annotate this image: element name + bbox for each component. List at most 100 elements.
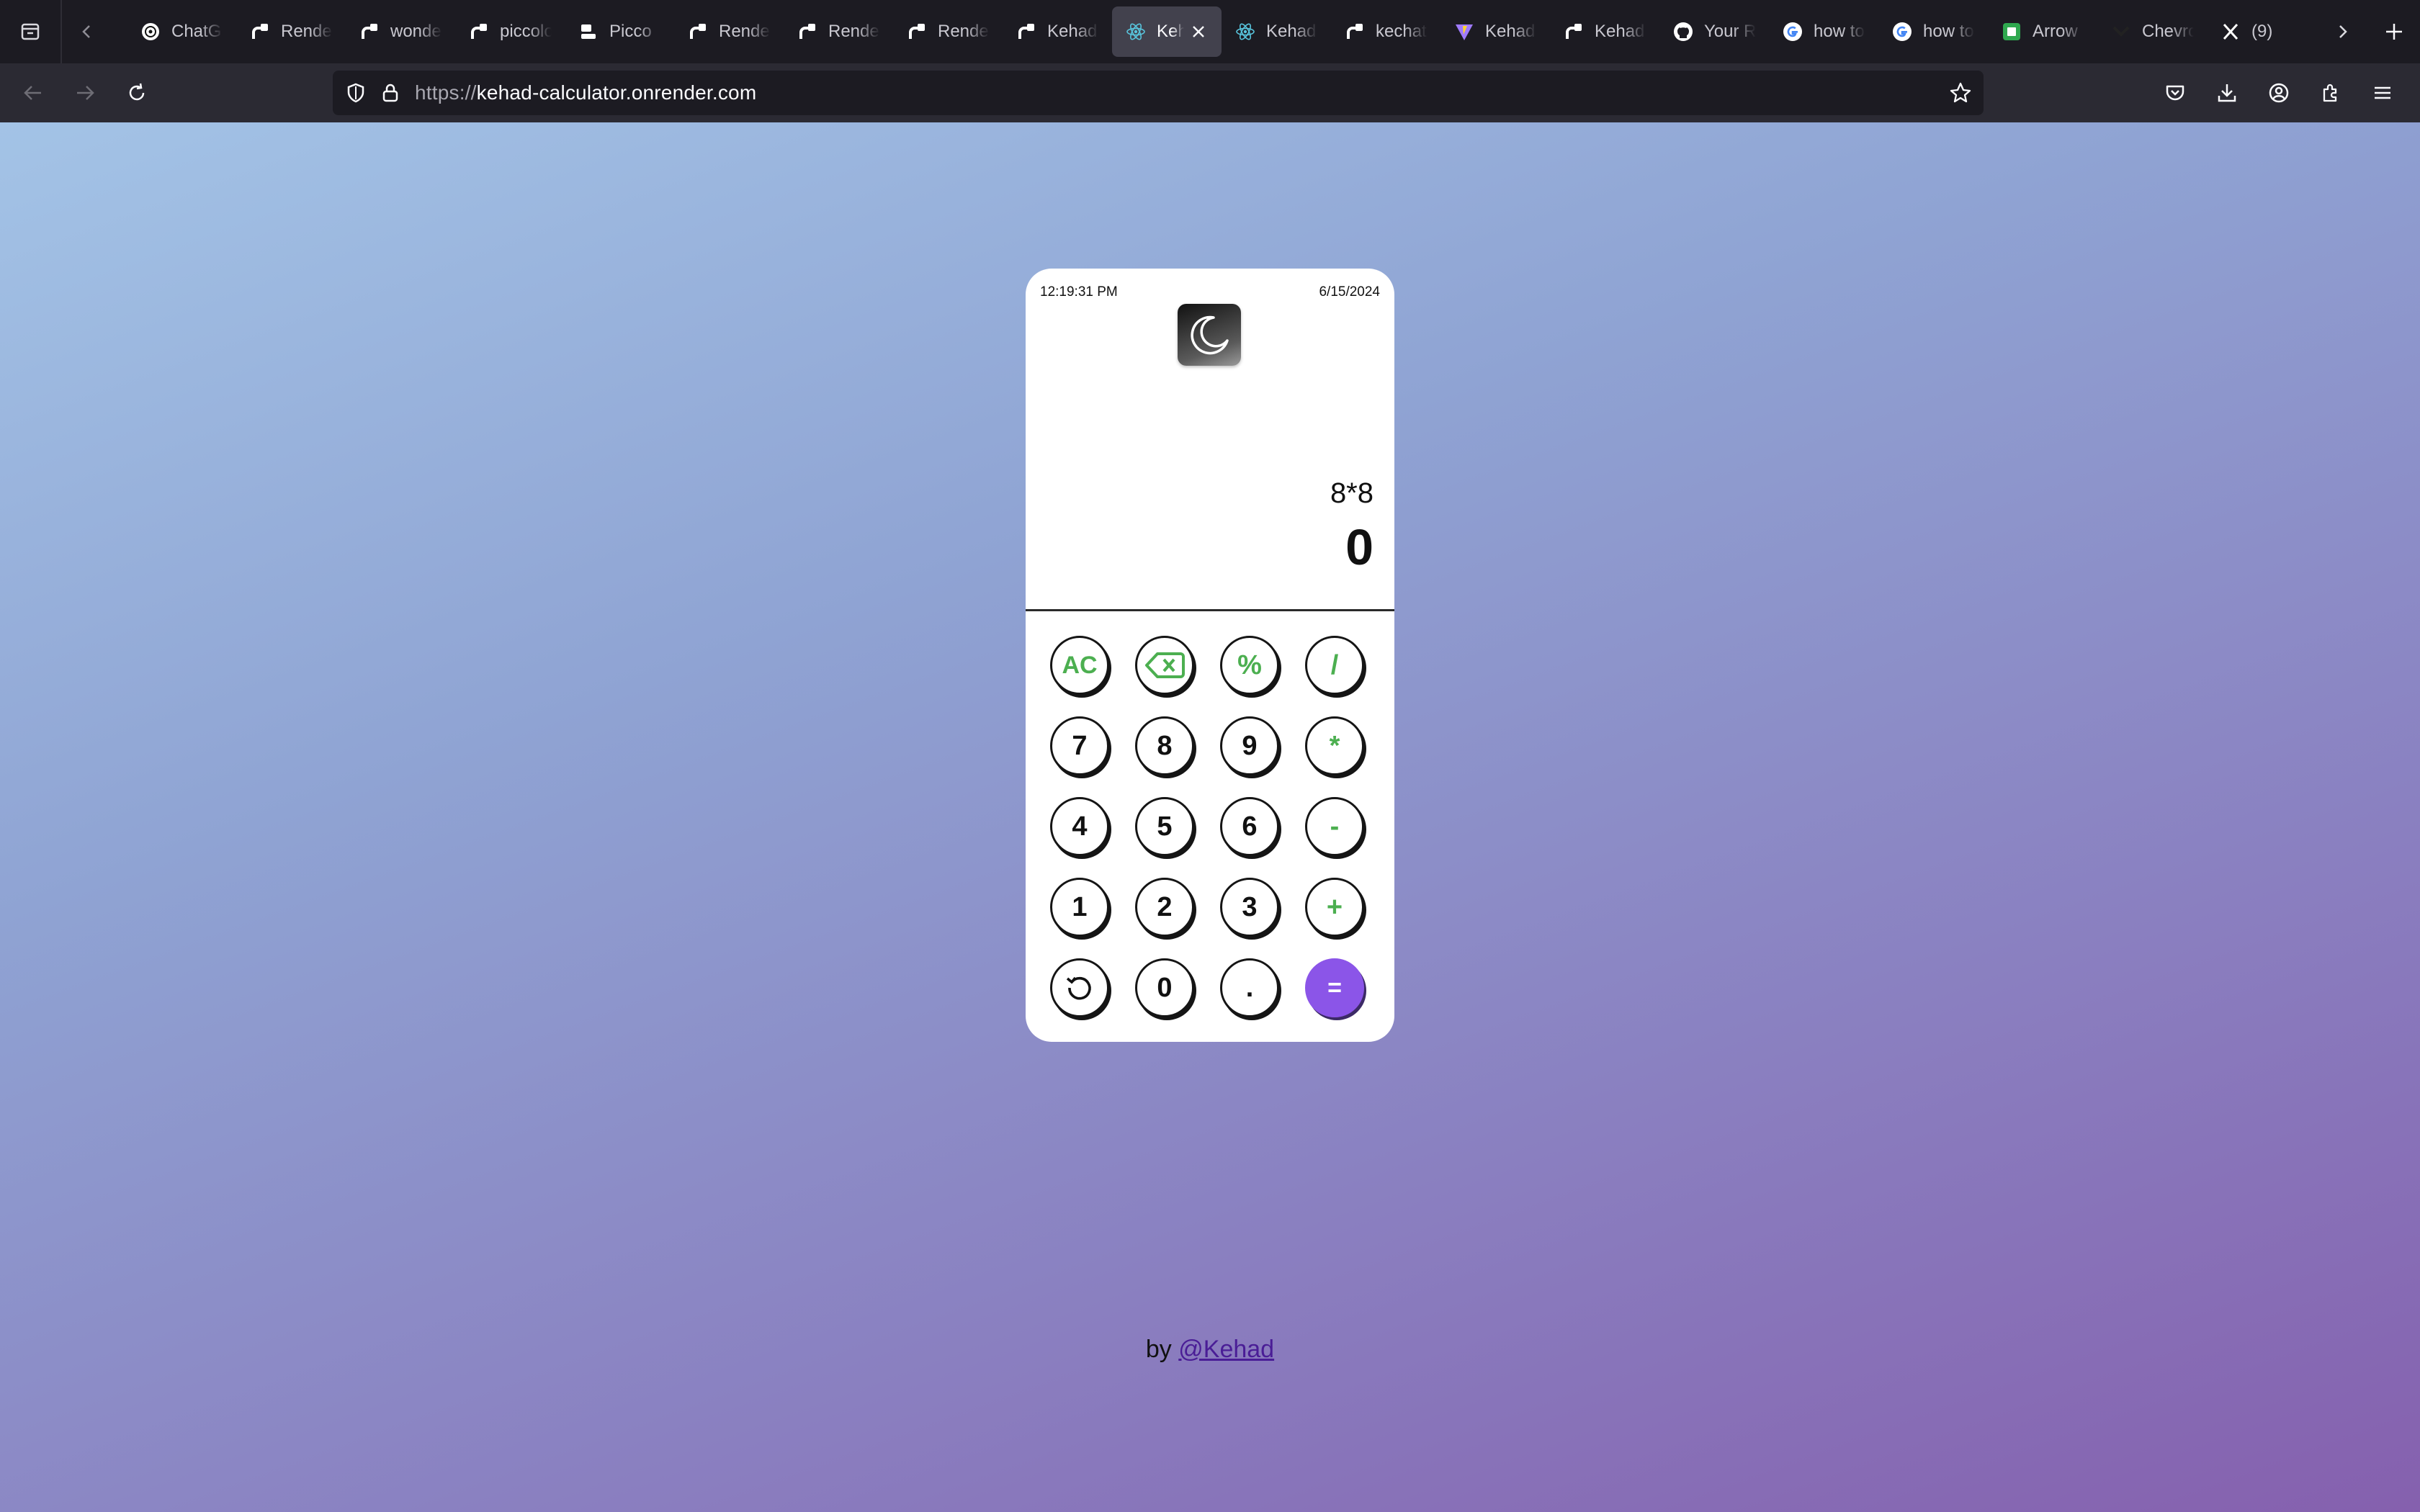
history-button[interactable] xyxy=(1050,958,1109,1017)
key-label: 3 xyxy=(1242,891,1258,922)
tab-title: Kehad xyxy=(1485,22,1536,41)
author-link[interactable]: @Kehad xyxy=(1178,1336,1274,1363)
theme-toggle-button[interactable] xyxy=(1178,304,1241,366)
tab-title: wonderful xyxy=(390,22,442,41)
key-label: % xyxy=(1237,649,1262,680)
tab[interactable]: Arrow xyxy=(1988,6,2097,57)
scroll-tabs-left-icon[interactable] xyxy=(62,0,112,63)
expression-display: 8*8 xyxy=(1330,477,1373,509)
tab[interactable]: Kehad xyxy=(1222,6,1331,57)
digit-7-button[interactable]: 7 xyxy=(1050,716,1109,775)
navigation-bar: https://kehad-calculator.onrender.com xyxy=(0,63,2420,122)
tab[interactable]: Kehad xyxy=(1003,6,1112,57)
key-label: - xyxy=(1330,811,1340,842)
close-tab-icon[interactable] xyxy=(1188,22,1209,42)
vite-icon xyxy=(1453,21,1475,42)
digit-8-button[interactable]: 8 xyxy=(1135,716,1194,775)
digit-6-button[interactable]: 6 xyxy=(1220,797,1279,856)
tab[interactable]: ChatGPT xyxy=(127,6,236,57)
downloads-icon[interactable] xyxy=(2201,67,2253,119)
operator-add-button[interactable]: + xyxy=(1305,878,1364,937)
digit-4-button[interactable]: 4 xyxy=(1050,797,1109,856)
key-label: + xyxy=(1326,891,1343,922)
url-bar[interactable]: https://kehad-calculator.onrender.com xyxy=(333,71,1984,115)
reload-icon[interactable] xyxy=(111,67,163,119)
tab[interactable]: Chevron xyxy=(2097,6,2207,57)
digit-9-button[interactable]: 9 xyxy=(1220,716,1279,775)
key-label: 0 xyxy=(1157,972,1173,1003)
equals-button[interactable]: = xyxy=(1305,958,1364,1017)
google-icon xyxy=(1891,21,1913,42)
render-icon xyxy=(906,21,928,42)
app-menu-icon[interactable] xyxy=(2357,67,2408,119)
backspace-button[interactable] xyxy=(1135,636,1194,695)
tab[interactable]: Render xyxy=(893,6,1003,57)
digit-0-button[interactable]: 0 xyxy=(1135,958,1194,1017)
render-icon xyxy=(1344,21,1366,42)
footer: by @Kehad xyxy=(0,1336,2420,1364)
tab[interactable]: Picco xyxy=(565,6,674,57)
extensions-icon[interactable] xyxy=(2305,67,2357,119)
vercel-icon xyxy=(2110,21,2132,42)
account-icon[interactable] xyxy=(2253,67,2305,119)
bookmark-star-icon[interactable] xyxy=(1946,78,1975,107)
render-icon xyxy=(468,21,490,42)
x-icon xyxy=(2220,21,2241,42)
lock-icon[interactable] xyxy=(376,78,405,107)
tab[interactable]: Your R xyxy=(1659,6,1769,57)
operator-subtract-button[interactable]: - xyxy=(1305,797,1364,856)
moon-icon xyxy=(1191,315,1229,355)
google-icon xyxy=(1782,21,1803,42)
react-icon xyxy=(1234,21,1256,42)
tab[interactable]: (9) xyxy=(2207,6,2316,57)
key-label: 1 xyxy=(1072,891,1088,922)
digit-5-button[interactable]: 5 xyxy=(1135,797,1194,856)
key-label: / xyxy=(1330,649,1339,680)
digit-2-button[interactable]: 2 xyxy=(1135,878,1194,937)
pocket-icon[interactable] xyxy=(2149,67,2201,119)
clock-time: 12:19:31 PM xyxy=(1040,284,1118,300)
key-label: * xyxy=(1329,730,1340,761)
render-icon xyxy=(687,21,709,42)
tab[interactable]: kechat xyxy=(1331,6,1440,57)
page-viewport: 12:19:31 PM 6/15/2024 8*8 0 AC% / 7 8 9 * 4 5 6 -… xyxy=(0,122,2420,1512)
tab[interactable]: Render xyxy=(784,6,893,57)
firefox-view-icon[interactable] xyxy=(0,0,60,63)
tab[interactable]: Kehad xyxy=(1550,6,1659,57)
url-text[interactable]: https://kehad-calculator.onrender.com xyxy=(415,81,756,104)
green-square-icon xyxy=(2001,21,2022,42)
tab[interactable]: Render xyxy=(236,6,346,57)
render-icon xyxy=(249,21,271,42)
tab-title: Render xyxy=(281,22,333,41)
render-icon xyxy=(1016,21,1037,42)
tab-title: Kehad xyxy=(1047,22,1098,41)
digit-3-button[interactable]: 3 xyxy=(1220,878,1279,937)
tab-title: Kehad xyxy=(1595,22,1645,41)
tab-title: Render xyxy=(719,22,771,41)
operator-percent-button[interactable]: % xyxy=(1220,636,1279,695)
clear-button[interactable]: AC xyxy=(1050,636,1109,695)
scroll-tabs-right-icon[interactable] xyxy=(2316,0,2368,63)
tracking-protection-shield-icon[interactable] xyxy=(341,78,370,107)
calculator-card: 12:19:31 PM 6/15/2024 8*8 0 AC% / 7 8 9 * 4 5 6 -… xyxy=(1026,269,1394,1042)
decimal-button[interactable]: . xyxy=(1220,958,1279,1017)
tab[interactable]: how to xyxy=(1878,6,1988,57)
render-icon xyxy=(797,21,818,42)
tab[interactable]: Render xyxy=(674,6,784,57)
tab[interactable]: how to xyxy=(1769,6,1878,57)
tab-active[interactable]: Kehad xyxy=(1112,6,1222,57)
operator-multiply-button[interactable]: * xyxy=(1305,716,1364,775)
tab[interactable]: piccolo xyxy=(455,6,565,57)
key-label: 7 xyxy=(1072,730,1088,761)
forward-icon[interactable] xyxy=(59,67,111,119)
digit-1-button[interactable]: 1 xyxy=(1050,878,1109,937)
tab[interactable]: wonderful xyxy=(346,6,455,57)
back-icon[interactable] xyxy=(7,67,59,119)
backspace-icon xyxy=(1144,651,1185,680)
operator-divide-button[interactable]: / xyxy=(1305,636,1364,695)
url-host: kehad-calculator.onrender.com xyxy=(476,81,757,104)
key-label: 8 xyxy=(1157,730,1173,761)
status-row: 12:19:31 PM 6/15/2024 xyxy=(1040,284,1380,300)
new-tab-icon[interactable] xyxy=(2368,0,2420,63)
tab[interactable]: Kehad xyxy=(1440,6,1550,57)
